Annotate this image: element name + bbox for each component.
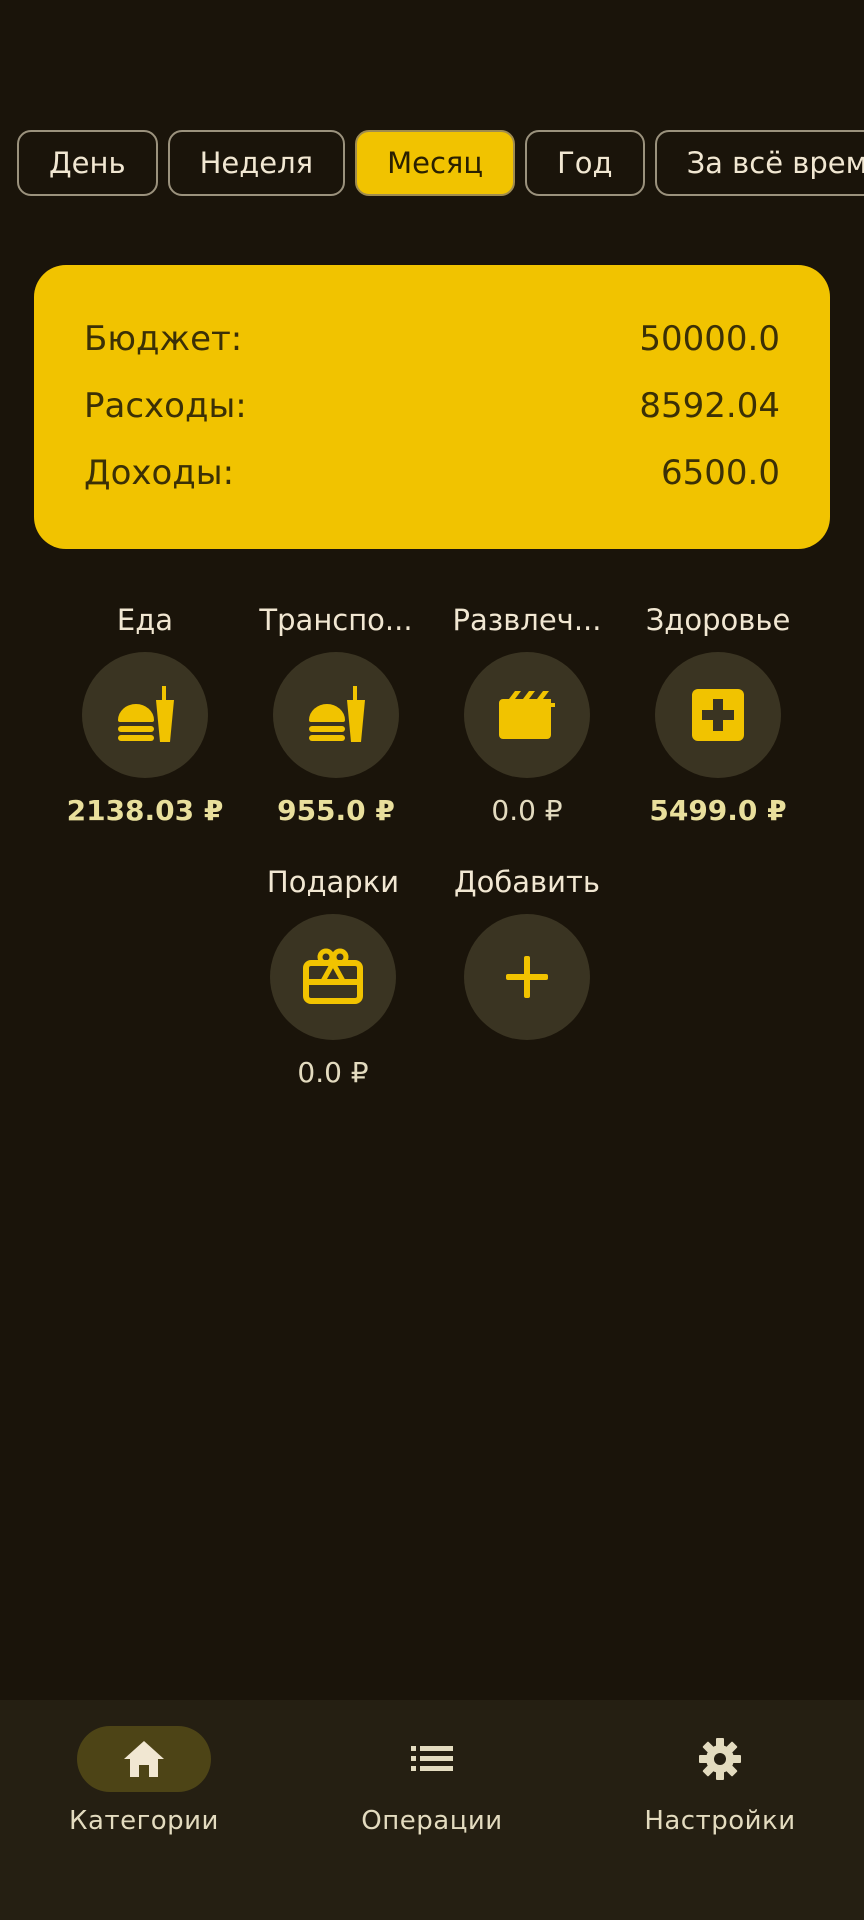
nav-item-operations[interactable]: Операции [288, 1700, 576, 1920]
bottom-navigation: Категории Операции Настройки [0, 1700, 864, 1920]
category-entertainment[interactable]: Развлеч... 0.0 ₽ [437, 600, 617, 827]
category-icon-button[interactable] [82, 652, 208, 778]
expenses-label: Расходы: [84, 386, 247, 426]
gear-icon [699, 1738, 741, 1780]
nav-item-categories[interactable]: Категории [0, 1700, 288, 1920]
category-icon-button[interactable] [273, 652, 399, 778]
summary-card: Бюджет: 50000.0 Расходы: 8592.04 Доходы:… [34, 265, 830, 549]
home-icon [124, 1741, 164, 1777]
nav-pill[interactable] [365, 1726, 499, 1792]
category-food[interactable]: Еда 2138.03 ₽ [55, 600, 235, 827]
category-gifts[interactable]: Подарки 0.0 ₽ [243, 862, 423, 1089]
category-transport[interactable]: Транспо... 955.0 ₽ [246, 600, 426, 827]
nav-pill[interactable] [653, 1726, 787, 1792]
category-health[interactable]: Здоровье 5499.0 ₽ [628, 600, 808, 827]
period-chip-year[interactable]: Год [525, 130, 645, 196]
category-name: Подарки [266, 865, 400, 899]
plus-icon [506, 956, 548, 998]
expenses-value: 8592.04 [639, 386, 780, 426]
category-amount: 955.0 ₽ [277, 794, 395, 827]
period-chip-week[interactable]: Неделя [167, 130, 346, 196]
gift-card-icon [303, 948, 363, 1004]
income-value: 6500.0 [661, 453, 780, 493]
fastfood-icon [309, 686, 365, 742]
category-name: Транспо... [259, 603, 413, 637]
category-icon-button[interactable] [270, 914, 396, 1040]
income-row: Доходы: 6500.0 [84, 453, 780, 493]
budget-label: Бюджет: [84, 319, 243, 359]
budget-value: 50000.0 [639, 319, 780, 359]
period-chip-month[interactable]: Месяц [355, 130, 516, 196]
nav-pill-active[interactable] [77, 1726, 211, 1792]
category-amount: 2138.03 ₽ [66, 794, 224, 827]
category-icon-button[interactable] [655, 652, 781, 778]
movie-icon [499, 691, 555, 739]
category-name: Развлеч... [452, 603, 602, 637]
nav-label: Категории [69, 1806, 219, 1836]
category-amount: 0.0 ₽ [297, 1056, 369, 1089]
category-name: Еда [116, 603, 174, 637]
nav-label: Настройки [644, 1806, 796, 1836]
add-category-button[interactable] [464, 914, 590, 1040]
nav-item-settings[interactable]: Настройки [576, 1700, 864, 1920]
list-icon [411, 1746, 453, 1771]
expenses-row: Расходы: 8592.04 [84, 386, 780, 426]
fastfood-icon [118, 686, 174, 742]
category-add[interactable]: Добавить [437, 862, 617, 1040]
period-selector: День Неделя Месяц Год За всё врем [17, 130, 864, 196]
income-label: Доходы: [84, 453, 235, 493]
category-amount: 5499.0 ₽ [649, 794, 787, 827]
period-chip-day[interactable]: День [17, 130, 158, 196]
medical-icon [692, 689, 744, 741]
category-icon-button[interactable] [464, 652, 590, 778]
category-name: Добавить [454, 865, 600, 899]
period-chip-all-time[interactable]: За всё врем [654, 130, 864, 196]
category-amount: 0.0 ₽ [491, 794, 563, 827]
budget-row: Бюджет: 50000.0 [84, 319, 780, 359]
category-name: Здоровье [645, 603, 791, 637]
nav-label: Операции [361, 1806, 503, 1836]
